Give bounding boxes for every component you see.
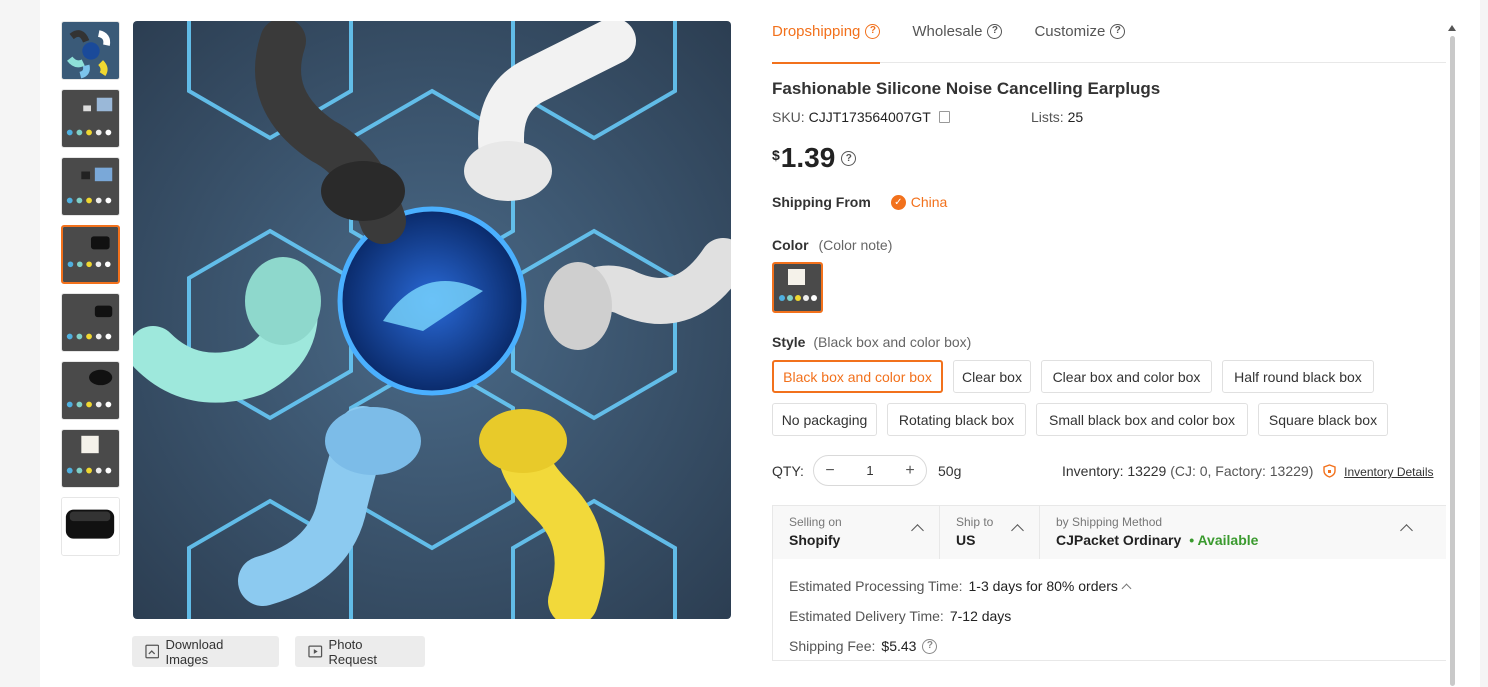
style-option[interactable]: Half round black box — [1222, 360, 1374, 393]
style-option[interactable]: Square black box — [1258, 403, 1388, 436]
photo-request-button[interactable]: Photo Request — [295, 636, 425, 667]
thumbnail-3[interactable] — [61, 157, 120, 216]
product-info-panel: Dropshipping ? Wholesale ? Customize ? F… — [772, 0, 1446, 661]
weight-value: 50g — [938, 463, 962, 479]
help-icon[interactable]: ? — [922, 638, 938, 654]
help-icon[interactable]: ? — [841, 151, 857, 166]
shipping-method-label: by Shipping Method — [1056, 515, 1163, 529]
processing-time-value: 1-3 days for 80% orders — [968, 578, 1118, 594]
thumbnail-list — [61, 21, 120, 565]
inventory-count: Inventory: 13229 — [1062, 463, 1167, 479]
shipping-box: Selling on Shopify Ship to US by Shippin… — [772, 505, 1446, 661]
style-label: Style — [772, 334, 806, 350]
shipping-fee-value: $5.43 — [881, 638, 917, 654]
help-icon[interactable]: ? — [987, 23, 1003, 39]
shipping-from-label: Shipping From — [772, 194, 871, 210]
shield-icon — [1323, 464, 1336, 478]
ship-to-selector[interactable]: Ship to US — [940, 506, 1040, 559]
chevron-up-icon[interactable] — [1121, 583, 1132, 593]
style-option[interactable]: Black box and color box — [772, 360, 943, 393]
download-icon — [145, 644, 160, 659]
price-amount: 1.39 — [780, 142, 836, 173]
main-product-image[interactable] — [133, 21, 731, 619]
style-note: (Black box and color box) — [813, 334, 972, 350]
thumbnail-2[interactable] — [61, 89, 120, 148]
inventory-info: Inventory: 13229 (CJ: 0, Factory: 13229)… — [1062, 463, 1434, 479]
quantity-row: QTY: − + 50g Inventory: 13229 (CJ: 0, Fa… — [772, 455, 1446, 486]
tab-wholesale-label: Wholesale — [912, 22, 983, 40]
tab-dropshipping-label: Dropshipping — [772, 22, 861, 40]
tab-dropshipping[interactable]: Dropshipping ? — [772, 0, 881, 64]
processing-time-label: Estimated Processing Time: — [789, 578, 963, 594]
color-label: Color — [772, 237, 809, 253]
download-images-button[interactable]: Download Images — [132, 636, 279, 667]
quantity-stepper: − + — [813, 455, 927, 486]
thumbnail-5[interactable] — [61, 293, 120, 352]
style-option[interactable]: Clear box — [953, 360, 1031, 393]
quantity-input[interactable] — [846, 463, 894, 478]
shipping-details: Estimated Processing Time: 1-3 days for … — [773, 559, 1446, 661]
selling-on-value: Shopify — [789, 532, 841, 548]
style-option[interactable]: Small black box and color box — [1036, 403, 1248, 436]
increment-button[interactable]: + — [894, 462, 926, 480]
help-icon[interactable]: ? — [865, 23, 881, 39]
lists-label: Lists: — [1031, 109, 1064, 125]
thumbnail-7[interactable] — [61, 429, 120, 488]
availability-status: • Available — [1189, 532, 1259, 548]
color-note: (Color note) — [818, 237, 893, 253]
photo-request-label: Photo Request — [328, 636, 377, 667]
tab-wholesale[interactable]: Wholesale ? — [912, 0, 1003, 63]
inventory-detail: (CJ: 0, Factory: 13229) — [1170, 463, 1314, 479]
shipping-method-selector[interactable]: by Shipping Method CJPacket Ordinary • A… — [1040, 506, 1446, 559]
color-swatch[interactable] — [772, 262, 823, 313]
style-option[interactable]: Rotating black box — [887, 403, 1026, 436]
scrollbar[interactable] — [1447, 21, 1457, 687]
product-title: Fashionable Silicone Noise Cancelling Ea… — [772, 79, 1161, 98]
color-row: Color (Color note) — [772, 237, 892, 253]
tab-customize[interactable]: Customize ? — [1034, 0, 1126, 63]
check-icon: ✓ — [890, 194, 906, 210]
copy-icon[interactable] — [939, 111, 951, 123]
decrement-button[interactable]: − — [814, 462, 846, 480]
shipping-fee-label: Shipping Fee: — [789, 638, 876, 654]
style-row: Style (Black box and color box) — [772, 334, 971, 350]
shipping-header: Selling on Shopify Ship to US by Shippin… — [773, 506, 1446, 559]
qty-label: QTY: — [772, 463, 804, 479]
tab-customize-label: Customize — [1034, 22, 1106, 40]
thumbnail-1[interactable] — [61, 21, 120, 80]
thumbnail-4[interactable] — [61, 225, 120, 284]
selling-on-selector[interactable]: Selling on Shopify — [773, 506, 940, 559]
price-currency: $ — [772, 147, 780, 163]
scrollbar-thumb[interactable] — [1449, 36, 1455, 686]
thumbnail-6[interactable] — [61, 361, 120, 420]
photo-request-icon — [308, 645, 323, 658]
shipping-method-value: CJPacket Ordinary — [1056, 532, 1182, 548]
thumbnail-8[interactable] — [61, 497, 120, 556]
help-icon[interactable]: ? — [1110, 23, 1126, 39]
delivery-time-value: 7-12 days — [949, 608, 1012, 624]
purchase-mode-tabs: Dropshipping ? Wholesale ? Customize ? — [772, 0, 1446, 64]
ship-to-value: US — [956, 532, 976, 548]
price: $ 1.39 ? — [772, 142, 857, 174]
shipping-from-row: Shipping From ✓ China — [772, 194, 947, 210]
style-option[interactable]: Clear box and color box — [1041, 360, 1212, 393]
sku-row: SKU: CJJT173564007GT Lists: 25 — [772, 109, 1083, 125]
sku-label: SKU: — [772, 109, 805, 125]
inventory-details-link[interactable]: Inventory Details — [1344, 465, 1433, 479]
sku-value: CJJT173564007GT — [808, 109, 931, 125]
scroll-up-arrow-icon[interactable] — [1448, 25, 1456, 31]
style-option[interactable]: No packaging — [772, 403, 877, 436]
download-images-label: Download Images — [165, 636, 224, 667]
shipping-from-value[interactable]: China — [911, 194, 948, 210]
lists-value: 25 — [1067, 109, 1084, 125]
delivery-time-label: Estimated Delivery Time: — [789, 608, 944, 624]
selling-on-label: Selling on — [789, 515, 842, 529]
